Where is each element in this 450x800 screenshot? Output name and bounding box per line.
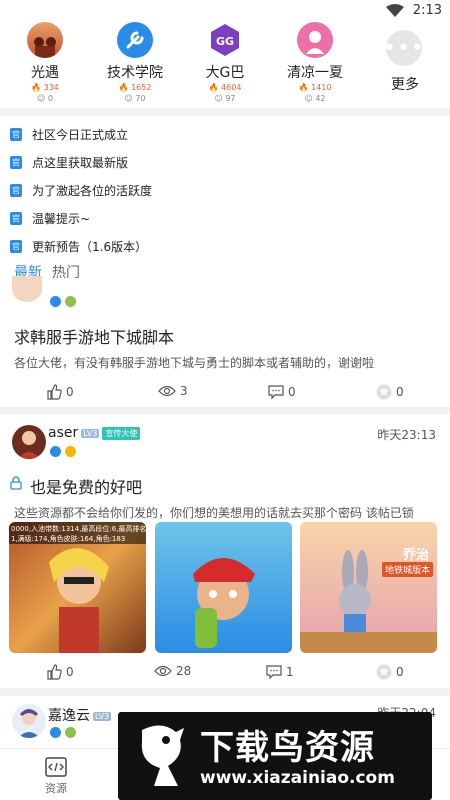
community-members: ☺ 97	[214, 94, 236, 103]
views-count: 28	[154, 664, 191, 678]
like-button[interactable]: 0	[46, 664, 74, 680]
community-name: 技术学院	[107, 65, 163, 81]
thumbs-up-icon	[47, 664, 62, 680]
tab-hot[interactable]: 热门	[52, 262, 80, 282]
comment-icon	[266, 665, 282, 680]
announcement-item[interactable]: 官 为了激起各位的活跃度	[10, 182, 152, 199]
comment-button[interactable]: 1	[266, 664, 294, 680]
eye-icon	[158, 385, 176, 397]
post-title[interactable]: 求韩服手游地下城脚本	[14, 324, 174, 348]
post-time: 昨天23:13	[377, 428, 436, 442]
official-tag: 官	[10, 184, 22, 197]
level-badge: LV3	[93, 711, 112, 721]
post-body[interactable]: 这些资源都不会给你们发的，你们想的美想用的话就去买那个密码 该帖已锁	[14, 504, 444, 521]
user-badges	[50, 446, 76, 457]
avatar[interactable]	[12, 704, 46, 738]
favorite-button[interactable]: 0	[376, 384, 404, 400]
thumbs-up-icon	[47, 384, 62, 400]
user-badges	[50, 296, 76, 307]
community-heat: 🔥 1652	[118, 83, 152, 92]
like-button[interactable]: 0	[46, 384, 74, 400]
wrench-icon	[126, 31, 144, 49]
post-image[interactable]: 0000,入池带数:1314,最高段位:6,最高排名 1,满级:174,角色皮肤…	[9, 522, 146, 653]
avatar[interactable]	[12, 276, 42, 302]
more-communities-button[interactable]: ••• 更多	[383, 30, 424, 94]
divider	[0, 108, 450, 116]
comment-icon	[268, 385, 284, 400]
status-time: 2:13	[412, 3, 442, 18]
divider	[0, 407, 450, 414]
watermark: 下载鸟资源 www.xiazainiao.com	[118, 712, 432, 800]
post-title[interactable]: 也是免费的好吧	[30, 474, 142, 498]
community-name: 光遇	[31, 65, 59, 81]
community-name: 大G巴	[205, 65, 245, 81]
community-avatar: GG	[207, 22, 243, 58]
community-dagba[interactable]: GG 大G巴 🔥 4604 ☺ 97	[180, 22, 270, 104]
user-badges	[50, 727, 76, 738]
svg-text:GG: GG	[216, 35, 234, 48]
code-icon	[45, 757, 67, 777]
post-author[interactable]: 嘉逸云 LV3	[48, 705, 112, 725]
community-guangyu[interactable]: 光遇 🔥 334 ☺ 0	[0, 22, 90, 104]
nav-label: 资源	[45, 782, 67, 795]
community-members: ☺ 42	[304, 94, 326, 103]
official-tag: 官	[10, 128, 22, 141]
community-tech-academy[interactable]: 技术学院 🔥 1652 ☺ 70	[90, 22, 180, 104]
post-body[interactable]: 各位大佬，有没有韩服手游地下城与勇士的脚本或者辅助的，谢谢啦	[14, 354, 444, 371]
gg-logo-icon: GG	[211, 24, 239, 56]
views-count: 3	[158, 384, 188, 398]
watermark-brand: 下载鸟资源	[200, 728, 375, 768]
lock-icon	[10, 476, 22, 490]
eye-icon	[154, 665, 172, 677]
community-heat: 🔥 4604	[208, 83, 242, 92]
official-tag: 官	[10, 212, 22, 225]
community-members: ☺ 70	[124, 94, 146, 103]
community-heat: 🔥 334	[31, 83, 59, 92]
post-author[interactable]: aser LV3 宣传大使	[48, 425, 141, 441]
star-icon	[376, 384, 392, 400]
post-image[interactable]: 乔治 地铁城版本	[300, 522, 437, 653]
community-avatar	[117, 22, 153, 58]
post-image[interactable]	[155, 522, 292, 653]
bird-logo-icon	[141, 725, 184, 786]
more-label: 更多	[391, 77, 419, 93]
status-bar: 2:13	[0, 0, 450, 24]
official-tag: 官	[10, 240, 22, 253]
role-badge: 宣传大使	[102, 426, 141, 440]
level-badge: LV3	[81, 428, 100, 438]
watermark-url: www.xiazainiao.com	[200, 768, 395, 788]
announcement-item[interactable]: 官 社区今日正式成立	[10, 126, 128, 143]
nav-resources[interactable]: 资源	[26, 757, 86, 796]
community-heat: 🔥 1410	[298, 83, 332, 92]
favorite-button[interactable]: 0	[376, 664, 404, 680]
community-avatar	[297, 22, 333, 58]
more-dots-icon: •••	[383, 30, 424, 66]
star-icon	[376, 664, 392, 680]
community-avatar	[27, 22, 63, 58]
comment-button[interactable]: 0	[268, 384, 296, 400]
divider	[0, 688, 450, 696]
official-tag: 官	[10, 156, 22, 169]
announcement-item[interactable]: 官 更新预告（1.6版本）	[10, 238, 147, 255]
community-name: 清凉一夏	[287, 65, 343, 81]
wifi-icon	[386, 4, 404, 17]
avatar[interactable]	[12, 425, 46, 459]
community-qingliang[interactable]: 清凉一夏 🔥 1410 ☺ 42	[270, 22, 360, 104]
announcement-item[interactable]: 官 点这里获取最新版	[10, 154, 128, 171]
community-members: ☺ 0	[37, 94, 53, 103]
announcement-item[interactable]: 官 温馨提示~	[10, 210, 90, 227]
